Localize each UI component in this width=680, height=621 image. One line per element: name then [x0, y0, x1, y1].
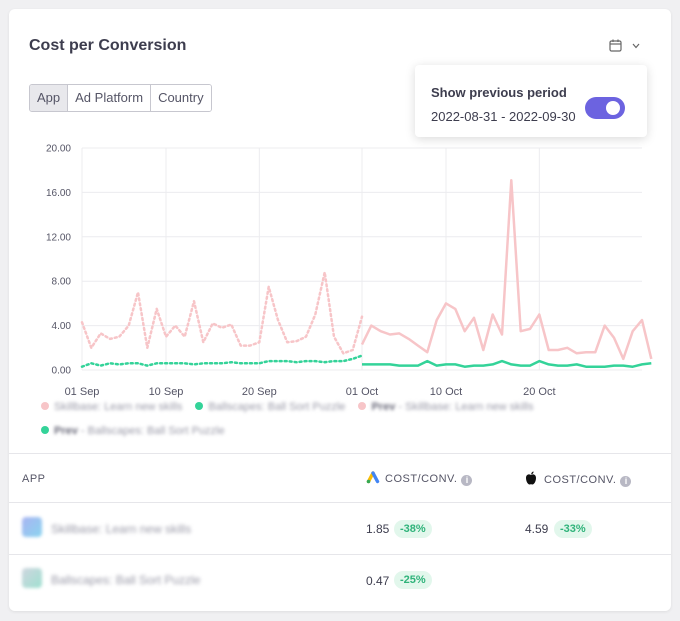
series-line: [362, 359, 652, 368]
apple-change-badge: -33%: [554, 520, 592, 538]
series-line: [360, 178, 653, 361]
y-tick-label: 16.00: [46, 188, 71, 199]
app-icon-skillbase: [22, 517, 42, 537]
chevron-down-icon[interactable]: [632, 43, 640, 49]
y-tick-label: 4.00: [52, 321, 72, 332]
legend-dot: [41, 402, 49, 410]
card-title: Cost per Conversion: [29, 37, 187, 54]
info-icon[interactable]: i: [461, 475, 473, 486]
google-cost-value: 1.85: [366, 522, 390, 536]
apple-cost-value: 4.59: [525, 522, 549, 536]
legend-item-ballscapes[interactable]: Ballscapes: Ball Sort Puzzle: [195, 395, 345, 419]
legend-item-prev-ballscapes[interactable]: Prev - Ballscapes: Ball Sort Puzzle: [41, 419, 225, 443]
google-change-badge: -25%: [394, 571, 432, 589]
group-by-tabs: App Ad Platform Country: [29, 84, 212, 112]
tab-app[interactable]: App: [30, 85, 69, 111]
show-previous-period-toggle[interactable]: [585, 97, 625, 119]
table-header-apple-cost[interactable]: COST/CONV. i: [525, 471, 632, 487]
legend-item-prev-skillbase[interactable]: Prev - Skillbase: Learn new skills: [358, 395, 534, 419]
y-tick-label: 8.00: [52, 277, 72, 288]
table-header-app: APP: [22, 473, 46, 485]
chart-legend: Skillbase: Learn new skills Ballscapes: …: [41, 395, 601, 443]
google-ads-icon: [366, 471, 380, 484]
app-name[interactable]: Ballscapes: Ball Sort Puzzle: [51, 573, 200, 587]
calendar-icon[interactable]: [609, 39, 622, 52]
table-header-divider: [9, 502, 671, 503]
table-top-divider: [9, 453, 671, 454]
apple-icon: [526, 471, 536, 485]
google-change-badge: -38%: [394, 520, 432, 538]
popup-title: Show previous period: [431, 85, 567, 100]
table-header-google-cost[interactable]: COST/CONV. i: [366, 471, 473, 486]
tab-ad-platform[interactable]: Ad Platform: [68, 85, 152, 111]
series-line: [80, 271, 364, 355]
google-cost-value: 0.47: [366, 574, 390, 588]
cost-per-conversion-card: Cost per Conversion App Ad Platform Coun…: [9, 9, 671, 611]
previous-period-popup: Show previous period 2022-08-31 - 2022-0…: [415, 65, 647, 137]
cost-per-conversion-chart: 20.0016.0012.008.004.000.0001 Sep 10 Sep 2…: [46, 144, 653, 398]
y-tick-label: 0.00: [52, 366, 72, 377]
y-tick-label: 20.00: [46, 144, 71, 155]
legend-item-skillbase[interactable]: Skillbase: Learn new skills: [41, 395, 182, 419]
app-icon-ballscapes: [22, 568, 42, 588]
tab-country[interactable]: Country: [151, 85, 211, 111]
toggle-knob: [606, 101, 620, 115]
series-line: [80, 354, 364, 368]
legend-dot: [41, 426, 49, 434]
legend-dot: [195, 402, 204, 410]
legend-dot: [358, 402, 367, 410]
info-icon[interactable]: i: [620, 476, 632, 487]
y-tick-label: 12.00: [46, 232, 71, 243]
table-row-divider: [9, 554, 671, 555]
previous-period-date-range: 2022-08-31 - 2022-09-30: [431, 109, 576, 124]
app-name[interactable]: Skillbase: Learn new skills: [51, 522, 191, 536]
